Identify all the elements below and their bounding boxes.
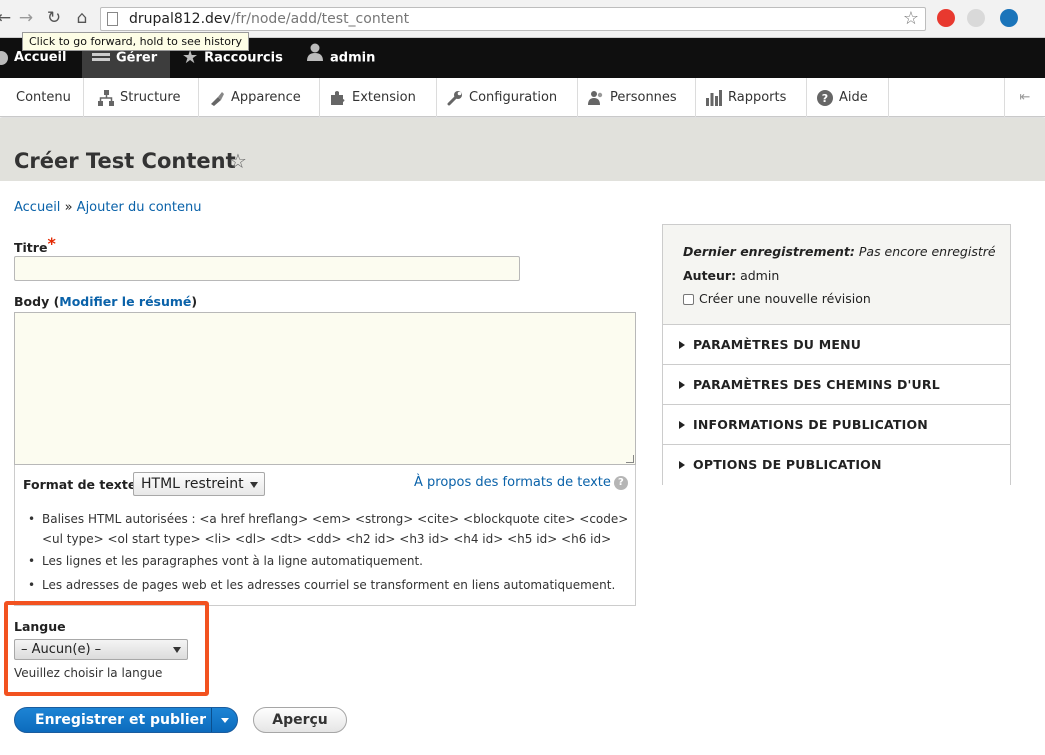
reports-icon [706,89,722,106]
title-label: Titre* [14,234,56,255]
chevron-down-icon [250,482,258,488]
section-url-path-settings[interactable]: PARAMÈTRES DES CHEMINS D'URL [663,365,1010,405]
tray-item-label: Aide [839,90,868,105]
title-input[interactable] [14,256,520,281]
breadcrumb: Accueil » Ajouter du contenu [14,200,201,215]
toolbar-user-label: admin [330,50,376,66]
appearance-icon [209,90,225,106]
body-label: Body (Modifier le résumé) [14,294,198,309]
tray-item-label: Configuration [469,90,558,105]
bookmark-star-icon[interactable]: ☆ [903,8,919,29]
triangle-right-icon [679,420,685,429]
tray-item-label: Apparence [231,90,301,105]
home-icon[interactable]: ⌂ [70,6,94,30]
url-host: drupal812.dev [129,11,231,27]
breadcrumb-home[interactable]: Accueil [14,200,60,215]
tip-urls: Les adresses de pages web et les adresse… [28,575,615,595]
shortcut-star-icon[interactable]: ☆ [229,149,247,173]
new-revision-checkbox[interactable] [683,294,694,305]
tip-line-breaks: Les lignes et les paragraphes vont à la … [28,551,423,571]
tray-item-configuration[interactable]: Configuration [437,78,578,117]
preview-button[interactable]: Aperçu [253,707,347,733]
svg-text:?: ? [822,92,828,105]
format-label: Format de texte [23,477,137,492]
tray-item-label: Extension [352,90,416,105]
chevron-down-icon [173,647,181,653]
toolbar-shortcuts-label: Raccourcis [204,50,283,66]
body-textarea[interactable] [14,312,636,465]
tray-item-label: Structure [120,90,181,105]
collapse-tray-icon[interactable]: ⇤ [1004,78,1045,117]
tooltip: Click to go forward, hold to see history [22,32,249,51]
wrench-icon [447,90,463,106]
section-publication-info[interactable]: INFORMATIONS DE PUBLICATION [663,405,1010,445]
address-bar[interactable]: drupal812.dev/fr/node/add/test_content ☆ [100,7,926,31]
language-select-value: – Aucun(e) – [21,642,102,657]
react-extension-icon[interactable] [967,9,985,27]
toolbar-manage-label: Gérer [116,50,158,66]
dropdown-caret-icon[interactable] [221,718,229,723]
triangle-right-icon [679,340,685,349]
entity-meta: Dernier enregistrement: Pas encore enreg… [663,225,1010,325]
save-publish-button[interactable]: Enregistrer et publier [14,707,238,733]
tip-allowed-tags-cont: <ul type> <ol start type> <li> <dl> <dt>… [42,532,612,546]
format-select-value: HTML restreint [141,476,244,492]
tray-item-label: Rapports [728,90,787,105]
triangle-right-icon [679,460,685,469]
format-help: À propos des formats de texte? [414,475,628,490]
tip-allowed-tags: Balises HTML autorisées : <a href hrefla… [28,509,628,529]
breadcrumb-current[interactable]: Ajouter du contenu [77,200,202,215]
save-publish-label: Enregistrer et publier [35,712,207,728]
tray-item-appearance[interactable]: Apparence [199,78,320,117]
new-revision-label[interactable]: Créer une nouvelle révision [699,291,871,306]
button-divider [211,708,212,732]
language-select[interactable]: – Aucun(e) – [14,639,188,660]
drupal-icon [0,50,8,65]
url-path: /fr/node/add/test_content [230,11,410,27]
toolbar-home-label: Accueil [14,50,67,65]
tray-item-label: Personnes [610,90,677,105]
sidebar: Dernier enregistrement: Pas encore enreg… [662,224,1011,485]
edit-summary-link[interactable]: Modifier le résumé [59,294,191,309]
help-circle-icon: ? [613,475,628,490]
format-select[interactable]: HTML restreint [133,472,265,496]
drupal-extension-icon[interactable] [1000,9,1018,27]
tray-item-structure[interactable]: Structure [84,78,199,117]
tray-item-reports[interactable]: Rapports [696,78,807,117]
page-icon [107,12,118,26]
language-description: Veuillez choisir la langue [14,666,163,680]
triangle-right-icon [679,380,685,389]
forward-icon[interactable]: → [14,6,38,30]
format-help-link[interactable]: À propos des formats de texte [414,475,611,490]
user-icon [306,38,324,78]
tray-item-extension[interactable]: Extension [320,78,437,117]
admin-tray: Contenu Structure Apparence Extension Co… [0,78,1045,117]
reload-icon[interactable]: ↻ [42,6,66,30]
people-icon [588,90,604,106]
tray-item-people[interactable]: Personnes [578,78,696,117]
tray-item-help[interactable]: ? Aide [807,78,889,117]
tray-item-content[interactable]: Contenu [0,78,84,117]
tray-item-label: Contenu [16,90,71,105]
toolbar-user[interactable]: admin [306,38,375,78]
required-mark: * [47,234,56,253]
last-saved: Dernier enregistrement: Pas encore enreg… [683,244,996,259]
opera-extension-icon[interactable] [937,9,955,27]
language-label: Langue [14,619,66,634]
author: Auteur: admin [683,268,780,283]
help-icon: ? [817,89,833,106]
structure-icon [98,89,114,106]
section-publication-options[interactable]: OPTIONS DE PUBLICATION [663,445,1010,485]
page-title: Créer Test Content [14,149,236,173]
extension-icon [330,90,346,106]
resize-grip-icon[interactable] [626,455,634,463]
section-menu-settings[interactable]: PARAMÈTRES DU MENU [663,325,1010,365]
breadcrumb-separator: » [64,200,73,215]
